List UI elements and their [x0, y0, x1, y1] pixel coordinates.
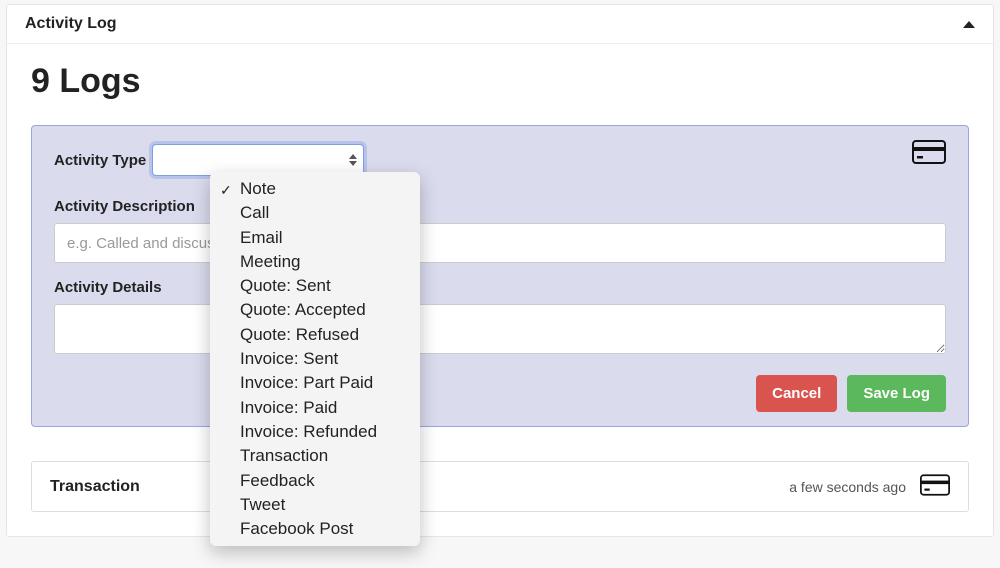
activity-type-option[interactable]: Meeting: [210, 250, 420, 274]
activity-type-option[interactable]: Call: [210, 201, 420, 225]
activity-type-option[interactable]: Invoice: Paid: [210, 396, 420, 420]
log-item-meta: a few seconds ago: [789, 474, 950, 499]
activity-details-label: Activity Details: [54, 279, 946, 296]
activity-type-option[interactable]: Email: [210, 226, 420, 250]
create-log-form: Activity Type NoteCallEmailMeetingQuote:…: [31, 125, 969, 427]
credit-card-icon: [920, 474, 950, 499]
panel-header[interactable]: Activity Log: [7, 5, 993, 44]
activity-type-dropdown[interactable]: NoteCallEmailMeetingQuote: SentQuote: Ac…: [210, 172, 420, 546]
activity-type-option[interactable]: Quote: Refused: [210, 323, 420, 347]
activity-type-option[interactable]: Note: [210, 177, 420, 201]
cancel-button[interactable]: Cancel: [756, 375, 837, 412]
activity-description-label: Activity Description: [54, 198, 946, 215]
save-log-button[interactable]: Save Log: [847, 375, 946, 412]
panel-body: 9 Logs Activity Type NoteCallEmailMeetin…: [7, 44, 993, 536]
activity-type-option[interactable]: Invoice: Sent: [210, 347, 420, 371]
collapse-caret-icon: [963, 21, 975, 28]
activity-details-block: Activity Details: [54, 279, 946, 359]
activity-type-option[interactable]: Feedback: [210, 469, 420, 493]
activity-description-input[interactable]: [54, 223, 946, 263]
log-item-time: a few seconds ago: [789, 479, 906, 495]
activity-type-label: Activity Type: [54, 152, 146, 169]
activity-type-row: Activity Type NoteCallEmailMeetingQuote:…: [54, 144, 946, 176]
activity-type-option[interactable]: Facebook Post: [210, 517, 420, 541]
activity-type-option[interactable]: Invoice: Refunded: [210, 420, 420, 444]
activity-log-panel: Activity Log 9 Logs Activity Type NoteCa…: [6, 4, 994, 537]
log-item[interactable]: Transaction 00 a few seconds ago: [31, 461, 969, 512]
select-arrows-icon: [349, 154, 357, 166]
form-actions: Cancel Save Log: [54, 375, 946, 412]
activity-type-option[interactable]: Quote: Sent: [210, 274, 420, 298]
page-title: 9 Logs: [31, 62, 969, 101]
activity-details-textarea[interactable]: [54, 304, 946, 354]
panel-title: Activity Log: [25, 15, 117, 33]
activity-type-option[interactable]: Invoice: Part Paid: [210, 371, 420, 395]
activity-type-option[interactable]: Tweet: [210, 493, 420, 517]
activity-description-block: Activity Description: [54, 198, 946, 263]
activity-type-option[interactable]: Quote: Accepted: [210, 298, 420, 322]
activity-type-option[interactable]: Transaction: [210, 444, 420, 468]
